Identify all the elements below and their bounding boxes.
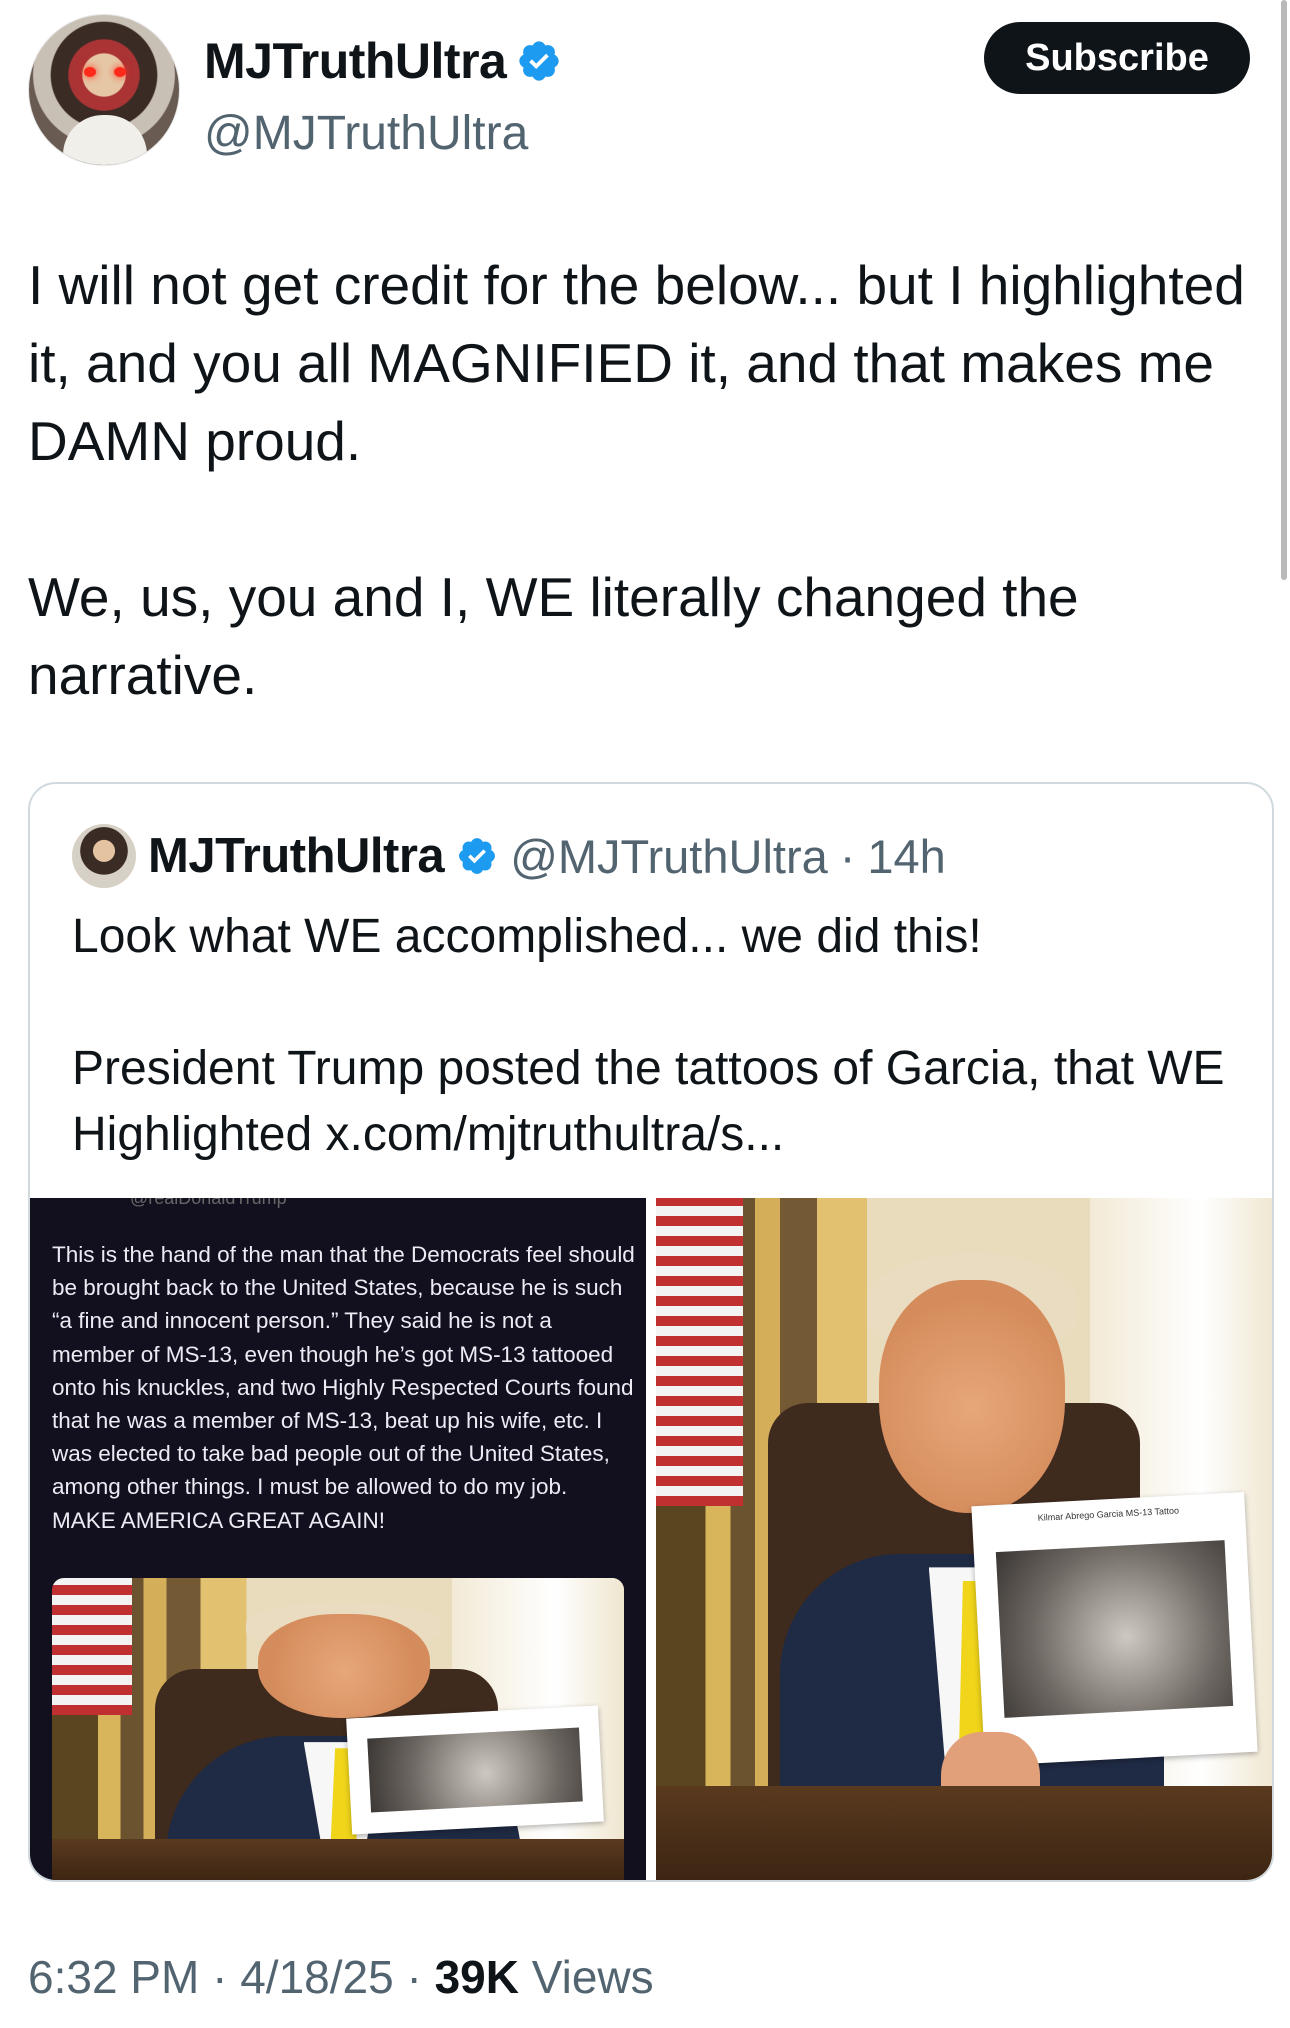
tweet-meta: 6:32 PM · 4/18/25 · 39K Views xyxy=(28,1950,654,2004)
tattoo-photo xyxy=(367,1727,583,1812)
quoted-time[interactable]: 14h xyxy=(867,829,945,884)
quoted-author-avatar[interactable] xyxy=(72,824,136,888)
meta-separator: · xyxy=(393,1951,435,2003)
verified-badge-icon xyxy=(519,41,560,81)
flag xyxy=(52,1578,133,1715)
desk xyxy=(656,1786,1272,1880)
quoted-author-handle[interactable]: @MJTruthUltra xyxy=(510,829,828,884)
post-date[interactable]: 4/18/25 xyxy=(240,1951,393,2003)
desk xyxy=(52,1839,624,1880)
author-name[interactable]: MJTruthUltra xyxy=(204,32,507,90)
subscribe-button[interactable]: Subscribe xyxy=(984,22,1250,94)
quoted-tweet-header: MJTruthUltra @MJTruthUltra · 14h xyxy=(72,824,946,888)
paper-sheet xyxy=(346,1705,604,1834)
quoted-media[interactable]: @realDonaldTrump This is the hand of the… xyxy=(30,1198,1272,1880)
tweet-header: MJTruthUltra @MJTruthUltra Subscribe xyxy=(28,14,1250,174)
scrollbar[interactable] xyxy=(1281,0,1287,580)
paper-sheet: Kilmar Abrego Garcia MS-13 Tattoo xyxy=(971,1491,1258,1766)
quoted-tweet-text: Look what WE accomplished... we did this… xyxy=(72,904,1242,1168)
tweet-text: I will not get credit for the below... b… xyxy=(28,246,1278,714)
quoted-author-name[interactable]: MJTruthUltra xyxy=(148,828,445,884)
screenshot-top-handle: @realDonaldTrump xyxy=(30,1198,646,1212)
author-handle[interactable]: @MJTruthUltra xyxy=(204,106,528,161)
views-label: Views xyxy=(518,1951,654,2003)
author-name-row[interactable]: MJTruthUltra xyxy=(204,32,562,90)
post-time[interactable]: 6:32 PM xyxy=(28,1951,199,2003)
screenshot-handle-text: @realDonaldTrump xyxy=(130,1198,287,1208)
meta-separator: · xyxy=(199,1951,241,2003)
tweet-paragraph: I will not get credit for the below... b… xyxy=(28,254,1261,472)
flag xyxy=(656,1198,743,1506)
avatar-body xyxy=(63,115,147,165)
photo-scene xyxy=(52,1578,624,1880)
screenshot-photo xyxy=(52,1578,624,1880)
quoted-separator: · xyxy=(839,829,856,883)
media-image-screenshot[interactable]: @realDonaldTrump This is the hand of the… xyxy=(30,1198,646,1880)
screenshot-post-text: This is the hand of the man that the Dem… xyxy=(52,1242,635,1533)
tattoo-photo xyxy=(996,1539,1234,1718)
avatar-eyes xyxy=(84,67,126,77)
tweet-page: MJTruthUltra @MJTruthUltra Subscribe I w… xyxy=(0,0,1290,2028)
quoted-paragraph: Look what WE accomplished... we did this… xyxy=(72,910,982,963)
media-image-photo[interactable]: Kilmar Abrego Garcia MS-13 Tattoo xyxy=(656,1198,1272,1880)
author-avatar[interactable] xyxy=(28,14,180,166)
verified-badge-icon xyxy=(459,838,496,874)
quoted-paragraph: President Trump posted the tattoos of Ga… xyxy=(72,1042,1238,1161)
head xyxy=(257,1614,430,1718)
photo-scene: Kilmar Abrego Garcia MS-13 Tattoo xyxy=(656,1198,1272,1880)
paper-caption: Kilmar Abrego Garcia MS-13 Tattoo xyxy=(1037,1505,1180,1524)
tweet-paragraph: We, us, you and I, WE literally changed … xyxy=(28,566,1094,706)
quoted-tweet-card[interactable]: MJTruthUltra @MJTruthUltra · 14h Look wh… xyxy=(28,782,1274,1882)
head xyxy=(879,1280,1066,1513)
views-count[interactable]: 39K xyxy=(435,1951,519,2003)
